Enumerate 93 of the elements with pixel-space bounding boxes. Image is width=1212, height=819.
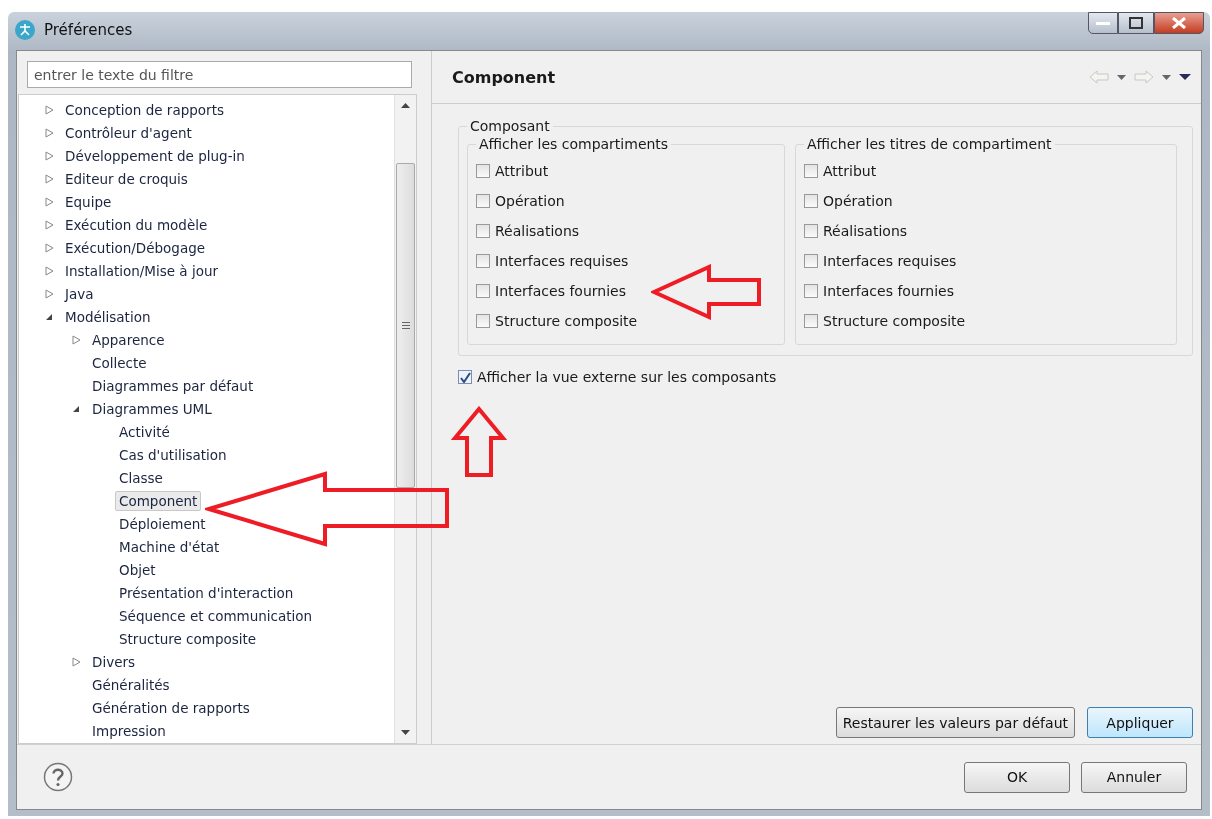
scrollbar-thumb[interactable] <box>396 163 415 488</box>
expand-icon[interactable] <box>45 173 54 184</box>
tree-item[interactable]: Généralités <box>88 674 174 695</box>
tree-item[interactable]: Exécution/Débogage <box>61 237 210 258</box>
tree-item[interactable]: Editeur de croquis <box>61 168 192 189</box>
tree-item[interactable]: Exécution du modèle <box>61 214 212 235</box>
group-title: Afficher les titres de compartiment <box>806 136 1053 152</box>
expand-icon[interactable] <box>45 104 54 115</box>
checkbox-label[interactable]: Opération <box>495 193 565 209</box>
tree-item[interactable]: Conception de rapports <box>61 99 228 120</box>
minimize-icon <box>1096 20 1110 26</box>
help-icon[interactable] <box>43 762 73 792</box>
dialog-button[interactable]: Restaurer les valeurs par défaut <box>835 707 1075 738</box>
scrollbar[interactable] <box>394 95 416 743</box>
checkbox[interactable] <box>476 314 490 328</box>
checkbox[interactable] <box>804 284 818 298</box>
expand-icon[interactable] <box>72 334 81 345</box>
group-title: Afficher les compartiments <box>478 136 670 152</box>
close-icon <box>1171 17 1187 29</box>
checkbox[interactable] <box>476 284 490 298</box>
checkbox-label[interactable]: Réalisations <box>823 223 908 239</box>
page-title: Component <box>452 67 556 87</box>
group-title: Composant <box>469 118 551 134</box>
dropdown-caret-icon[interactable] <box>1117 74 1126 80</box>
tree-item[interactable]: Déploiement <box>115 513 210 534</box>
checkbox-label[interactable]: Attribut <box>823 163 877 179</box>
checkbox[interactable] <box>458 370 472 384</box>
checkbox[interactable] <box>804 194 818 208</box>
filter-field[interactable]: entrer le texte du filtre <box>27 61 412 88</box>
checkbox-label[interactable]: Structure composite <box>495 313 638 329</box>
tree-item[interactable]: Contrôleur d'agent <box>61 122 196 143</box>
grip-icon <box>401 322 410 329</box>
tree-item[interactable]: Classe <box>115 467 167 488</box>
checkbox[interactable] <box>804 164 818 178</box>
expand-icon[interactable] <box>45 196 54 207</box>
checkbox[interactable] <box>804 224 818 238</box>
dialog-button[interactable]: Appliquer <box>1087 707 1193 738</box>
tree-item[interactable]: Structure composite <box>115 628 261 649</box>
expand-icon[interactable] <box>45 150 54 161</box>
tree-item[interactable]: Développement de plug-in <box>61 145 249 166</box>
dialog-button[interactable]: Annuler <box>1081 761 1187 793</box>
app-icon <box>14 19 36 41</box>
tree-item[interactable]: Component <box>115 490 202 511</box>
checkbox[interactable] <box>476 224 490 238</box>
checkbox-label[interactable]: Interfaces requises <box>495 253 629 269</box>
tree-item[interactable]: Collecte <box>88 352 151 373</box>
tree-item[interactable]: Objet <box>115 559 160 580</box>
collapse-icon[interactable] <box>45 312 53 321</box>
expand-icon[interactable] <box>45 242 54 253</box>
dropdown-caret-icon[interactable] <box>1162 74 1171 80</box>
dialog-button[interactable]: OK <box>964 761 1070 793</box>
collapse-icon[interactable] <box>72 404 80 413</box>
checkbox[interactable] <box>804 314 818 328</box>
maximize-button[interactable] <box>1118 12 1154 34</box>
close-button[interactable] <box>1154 12 1204 34</box>
tree-item[interactable]: Installation/Mise à jour <box>61 260 223 281</box>
tree-item[interactable]: Divers <box>88 651 140 672</box>
checkbox[interactable] <box>804 254 818 268</box>
checkbox-label[interactable]: Structure composite <box>823 313 966 329</box>
checkbox-label[interactable]: Réalisations <box>495 223 580 239</box>
expand-icon[interactable] <box>45 265 54 276</box>
checkbox-label[interactable]: Attribut <box>495 163 549 179</box>
tree-item[interactable]: Génération de rapports <box>88 697 254 718</box>
expand-icon[interactable] <box>45 127 54 138</box>
view-menu-icon[interactable] <box>1179 74 1191 80</box>
checkbox-label[interactable]: Interfaces fournies <box>823 283 954 299</box>
minimize-button[interactable] <box>1088 12 1118 34</box>
tree-item[interactable]: Diagrammes UML <box>88 398 216 419</box>
checkbox-label[interactable]: Interfaces requises <box>823 253 957 269</box>
tree-item[interactable]: Machine d'état <box>115 536 224 557</box>
tree-item[interactable]: Impression <box>88 720 170 741</box>
expand-icon[interactable] <box>72 656 81 667</box>
checkbox[interactable] <box>476 254 490 268</box>
checkbox-label[interactable]: Interfaces fournies <box>495 283 626 299</box>
tree-item[interactable]: Présentation d'interaction <box>115 582 298 603</box>
tree-item[interactable]: Diagrammes par défaut <box>88 375 258 396</box>
checkbox[interactable] <box>476 194 490 208</box>
checkbox[interactable] <box>476 164 490 178</box>
expand-icon[interactable] <box>45 219 54 230</box>
window-title: Préférences <box>44 21 133 39</box>
tree-item[interactable]: Séquence et communication <box>115 605 317 626</box>
tree-item[interactable]: Apparence <box>88 329 169 350</box>
expand-icon[interactable] <box>45 288 54 299</box>
scroll-down-icon[interactable] <box>401 730 410 735</box>
checkbox-label[interactable]: Afficher la vue externe sur les composants <box>477 369 777 385</box>
tree-item[interactable]: Equipe <box>61 191 116 212</box>
scroll-up-icon[interactable] <box>401 103 410 108</box>
tree-item[interactable]: Cas d'utilisation <box>115 444 231 465</box>
tree-item[interactable]: Modélisation <box>61 306 155 327</box>
maximize-icon <box>1129 17 1143 29</box>
tree-item[interactable]: Java <box>61 283 98 304</box>
checkbox-label[interactable]: Opération <box>823 193 893 209</box>
tree-item[interactable]: Activité <box>115 421 174 442</box>
